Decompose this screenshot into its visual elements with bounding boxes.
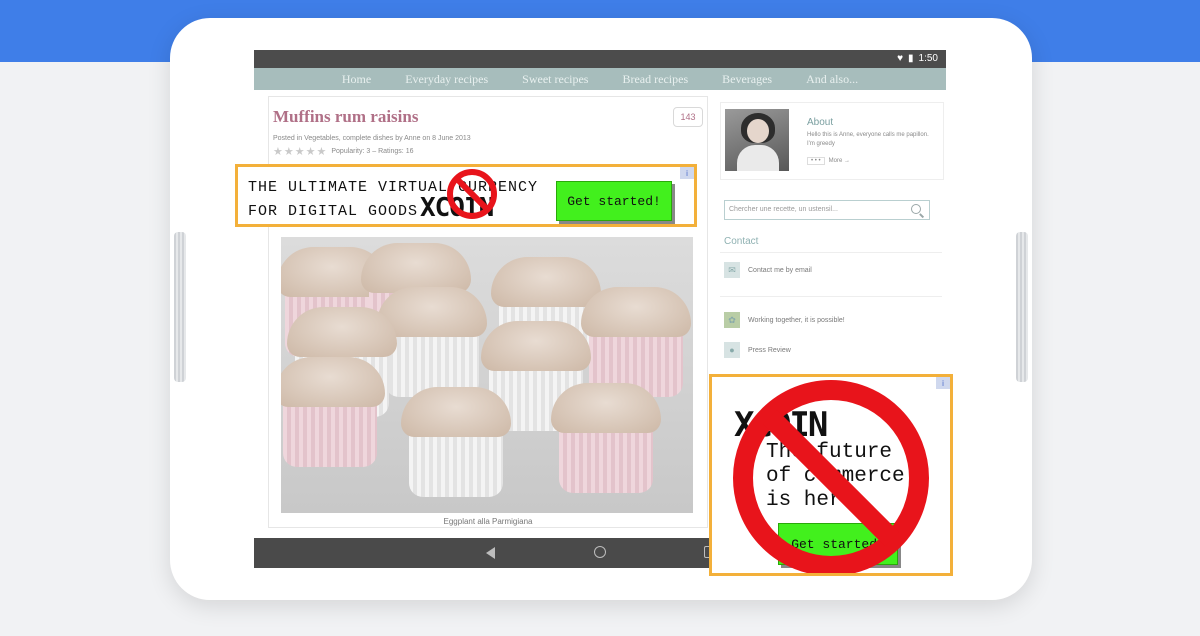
working-together-text: Working together, it is possible! [748,316,845,324]
rating-stars[interactable]: ★ ★ ★ ★ ★ Popularity: 3 – Ratings: 16 [273,145,413,158]
divider [720,252,942,253]
star-icon[interactable]: ★ [284,145,294,158]
star-icon[interactable]: ★ [317,145,327,158]
search-icon[interactable] [911,204,921,214]
working-together-link[interactable]: ✿ Working together, it is possible! [724,310,845,330]
comment-count-badge[interactable]: 143 [673,107,703,127]
star-icon[interactable]: ★ [295,145,305,158]
rating-text: Popularity: 3 – Ratings: 16 [331,148,414,155]
post-card: Muffins rum raisins Posted in Vegetables… [268,96,708,528]
leaf-icon: ✿ [724,312,740,328]
about-title: About [807,117,834,128]
square-ad[interactable]: XCOIN The future of commerce is here. Ge… [709,374,953,576]
no-sign-icon [447,169,497,219]
nav-sweet-recipes[interactable]: Sweet recipes [522,72,588,87]
about-card: About Hello this is Anne, everyone calls… [720,102,944,180]
more-link[interactable]: • • • More → [807,157,850,165]
nav-home[interactable]: Home [342,72,371,87]
contact-title: Contact [724,236,759,247]
post-meta: Posted in Vegetables, complete dishes by… [273,135,471,142]
nav-bread-recipes[interactable]: Bread recipes [622,72,688,87]
photo-caption: Eggplant alla Parmigiana [443,517,533,526]
pin-icon: ● [724,342,740,358]
get-started-button[interactable]: Get started! [556,181,672,221]
muffin-photo [281,237,693,513]
search-placeholder: Chercher une recette, un ustensil... [729,206,838,213]
tablet-right-button [1016,232,1028,382]
nav-beverages[interactable]: Beverages [722,72,772,87]
divider [720,296,942,297]
avatar [725,109,789,171]
press-review-text: Press Review [748,346,791,354]
site-nav: Home Everyday recipes Sweet recipes Brea… [254,68,946,90]
muffin-image [581,287,691,397]
no-sign-icon [733,380,929,573]
banner-ad[interactable]: THE ULTIMATE VIRTUAL CURRENCY FOR DIGITA… [235,164,697,227]
ad-info-icon[interactable]: i [936,377,950,389]
ad-headline-line-2: FOR DIGITAL GOODS [248,203,419,220]
muffin-image [281,357,385,467]
star-icon[interactable]: ★ [306,145,316,158]
contact-email-link[interactable]: ✉ Contact me by email [724,260,812,280]
press-review-link[interactable]: ● Press Review [724,340,791,360]
post-title[interactable]: Muffins rum raisins [273,107,418,127]
nav-and-also[interactable]: And also... [806,72,858,87]
ad-info-icon[interactable]: i [680,167,694,179]
muffin-image [401,387,511,497]
muffin-image [551,383,661,493]
battery-icon: ▮ [908,53,914,64]
nav-everyday-recipes[interactable]: Everyday recipes [405,72,488,87]
home-icon[interactable] [594,546,606,558]
more-dots: • • • [807,157,825,165]
tablet-left-button [174,232,186,382]
mail-icon: ✉ [724,262,740,278]
back-icon[interactable] [486,547,495,559]
more-label: More → [828,158,850,164]
about-text: Hello this is Anne, everyone calls me pa… [807,132,929,147]
status-time: 1:50 [918,53,938,64]
star-icon[interactable]: ★ [273,145,283,158]
contact-email-text: Contact me by email [748,266,812,274]
search-input[interactable]: Chercher une recette, un ustensil... [724,200,930,220]
wifi-icon: ♥ [897,53,904,64]
status-bar: ♥ ▮ 1:50 [254,50,946,68]
